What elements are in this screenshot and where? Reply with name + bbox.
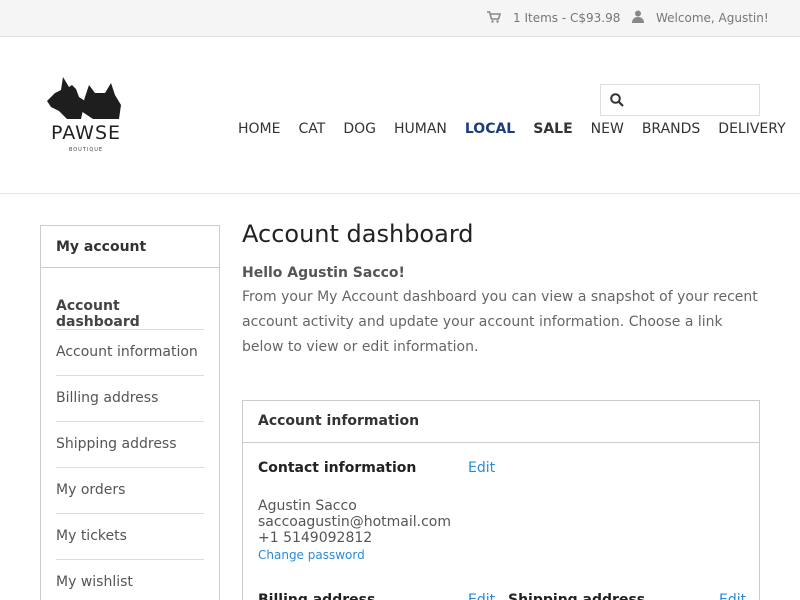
account-sidebar: My account Account dashboard Account inf… xyxy=(40,225,220,600)
sidebar-item-account-information[interactable]: Account information xyxy=(56,330,204,376)
search-icon[interactable] xyxy=(610,93,624,111)
welcome-text[interactable]: Welcome, Agustin! xyxy=(656,11,769,25)
contact-name: Agustin Sacco xyxy=(258,498,357,514)
greeting: Hello Agustin Sacco! xyxy=(242,265,405,281)
nav-human[interactable]: HUMAN xyxy=(394,121,447,137)
sidebar-menu: Account dashboard Account information Bi… xyxy=(41,284,219,600)
welcome-user[interactable]: Welcome, Agustin! xyxy=(632,10,769,26)
billing-edit-link[interactable]: Edit xyxy=(468,592,495,600)
user-icon xyxy=(632,10,644,26)
billing-address-title: Billing address xyxy=(258,592,376,600)
sidebar-item-my-wishlist[interactable]: My wishlist xyxy=(56,560,204,600)
cart-icon xyxy=(487,10,502,26)
logo[interactable]: PAWSE BOUTIQUE xyxy=(45,75,127,159)
search-input[interactable] xyxy=(631,89,755,111)
nav-brands[interactable]: BRANDS xyxy=(642,121,700,137)
shipping-address-title: Shipping address xyxy=(508,592,646,600)
contact-email: saccoagustin@hotmail.com xyxy=(258,514,451,530)
logo-subtext: BOUTIQUE xyxy=(68,147,104,153)
sidebar-item-account-dashboard[interactable]: Account dashboard xyxy=(56,284,204,330)
contact-information-title: Contact information xyxy=(258,460,417,476)
nav-cat[interactable]: CAT xyxy=(298,121,325,137)
logo-text: PAWSE xyxy=(50,122,122,144)
shipping-edit-link[interactable]: Edit xyxy=(719,592,746,600)
change-password-link[interactable]: Change password xyxy=(258,547,451,563)
page-title: Account dashboard xyxy=(242,220,474,248)
sidebar-item-billing-address[interactable]: Billing address xyxy=(56,376,204,422)
sidebar-item-my-tickets[interactable]: My tickets xyxy=(56,514,204,560)
cart-summary-text[interactable]: 1 Items - C$93.98 xyxy=(513,11,620,25)
nav-dog[interactable]: DOG xyxy=(343,121,376,137)
contact-details: Agustin Sacco saccoagustin@hotmail.com +… xyxy=(258,498,451,563)
search-box[interactable] xyxy=(600,84,760,116)
contact-phone: +1 5149092812 xyxy=(258,530,373,546)
nav-home[interactable]: HOME xyxy=(238,121,280,137)
main-nav: HOME CAT DOG HUMAN LOCAL SALE NEW BRANDS… xyxy=(238,121,786,137)
sidebar-item-shipping-address[interactable]: Shipping address xyxy=(56,422,204,468)
contact-edit-link[interactable]: Edit xyxy=(468,460,495,476)
nav-sale[interactable]: SALE xyxy=(533,121,572,137)
cart-summary[interactable]: 1 Items - C$93.98 xyxy=(487,10,620,26)
sidebar-title: My account xyxy=(41,226,219,268)
main-content: Account dashboard Hello Agustin Sacco! F… xyxy=(242,218,760,600)
panel-title: Account information xyxy=(243,401,759,443)
nav-local[interactable]: LOCAL xyxy=(465,121,515,137)
sidebar-item-my-orders[interactable]: My orders xyxy=(56,468,204,514)
nav-new[interactable]: NEW xyxy=(591,121,624,137)
logo-animals-icon xyxy=(47,77,121,119)
account-information-panel: Account information Contact information … xyxy=(242,400,760,600)
site-header: PAWSE BOUTIQUE HOME CAT DOG HUMAN LOCAL … xyxy=(0,37,800,194)
nav-delivery[interactable]: DELIVERY xyxy=(718,121,785,137)
top-bar: 1 Items - C$93.98 Welcome, Agustin! xyxy=(0,0,800,37)
intro-text: From your My Account dashboard you can v… xyxy=(242,289,758,355)
